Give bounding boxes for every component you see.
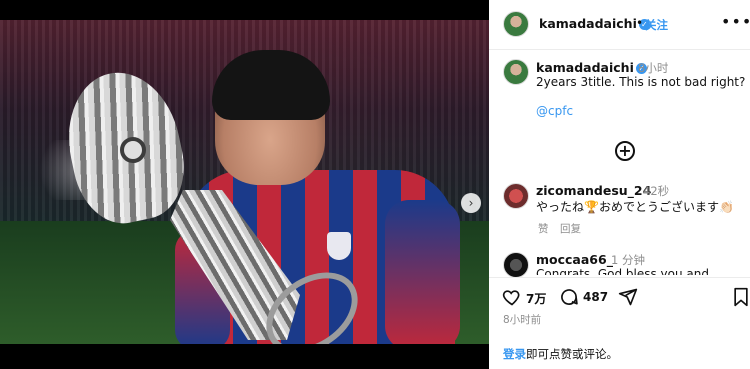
caption-username[interactable]: kamadadaichi ✓ <box>536 60 647 75</box>
comment-time: 1 分钟 <box>611 253 645 267</box>
comment-count[interactable]: 487 <box>583 290 608 304</box>
author-username-text: kamadadaichi <box>539 16 637 31</box>
comment-text: Congrats, God bless you and your... <box>536 267 709 275</box>
share-icon[interactable] <box>618 287 638 307</box>
post-media[interactable]: › <box>0 20 489 344</box>
club-crest <box>327 232 351 260</box>
more-horizontal-icon[interactable]: ••• <box>721 12 750 31</box>
follow-button[interactable]: 关注 <box>645 17 668 33</box>
comment-username[interactable]: zicomandesu_24 <box>536 183 651 198</box>
bookmark-icon[interactable] <box>733 287 749 307</box>
caption-username-text: kamadadaichi <box>536 60 634 75</box>
next-glyph: › <box>468 196 474 210</box>
comment-avatar[interactable] <box>503 252 529 278</box>
post-side-panel: kamadadaichi ✓ • 关注 ••• kamadadaichi ✓ 8小时… <box>489 0 750 369</box>
comment-username[interactable]: moccaa66_ <box>536 252 613 267</box>
caption-avatar[interactable] <box>503 59 529 85</box>
login-prompt-text: 即可点赞或评论。 <box>526 347 618 361</box>
caption-mention-link[interactable]: @cpfc <box>536 104 573 118</box>
post-time-ago: 8小时前 <box>503 314 542 326</box>
post-header: kamadadaichi ✓ • 关注 ••• <box>489 0 750 50</box>
author-avatar[interactable] <box>503 11 529 37</box>
post-actions: 7万 487 8小时前 登录即可点赞或评论。 <box>489 277 750 369</box>
trophy-emblem <box>120 137 146 163</box>
chevron-right-icon[interactable]: › <box>461 193 481 213</box>
comment-icon[interactable] <box>559 287 579 307</box>
header-separator: • <box>636 16 644 30</box>
caption-time: 8小时 <box>638 61 669 75</box>
comment-avatar[interactable] <box>503 183 529 209</box>
comment-reply-button[interactable]: 回复 <box>560 221 581 236</box>
instagram-post-window: › kamadadaichi ✓ • 关注 ••• kamadadaichi ✓ 8… <box>0 0 750 369</box>
comment-time: 42秒 <box>643 184 670 198</box>
author-username[interactable]: kamadadaichi ✓ <box>539 16 650 31</box>
heart-icon[interactable] <box>502 287 522 307</box>
plus-circle-icon[interactable]: + <box>615 141 635 161</box>
login-link[interactable]: 登录 <box>503 347 526 361</box>
caption-text: 2years 3title. This is not bad right? <box>536 75 746 89</box>
comment-text: やったね🏆おめでとうございます👏🏻 <box>536 200 734 214</box>
login-prompt: 登录即可点赞或评论。 <box>503 346 618 362</box>
player-right-sleeve <box>385 200 460 344</box>
like-count[interactable]: 7万 <box>526 290 546 307</box>
comment-like-button[interactable]: 赞 <box>538 221 549 236</box>
